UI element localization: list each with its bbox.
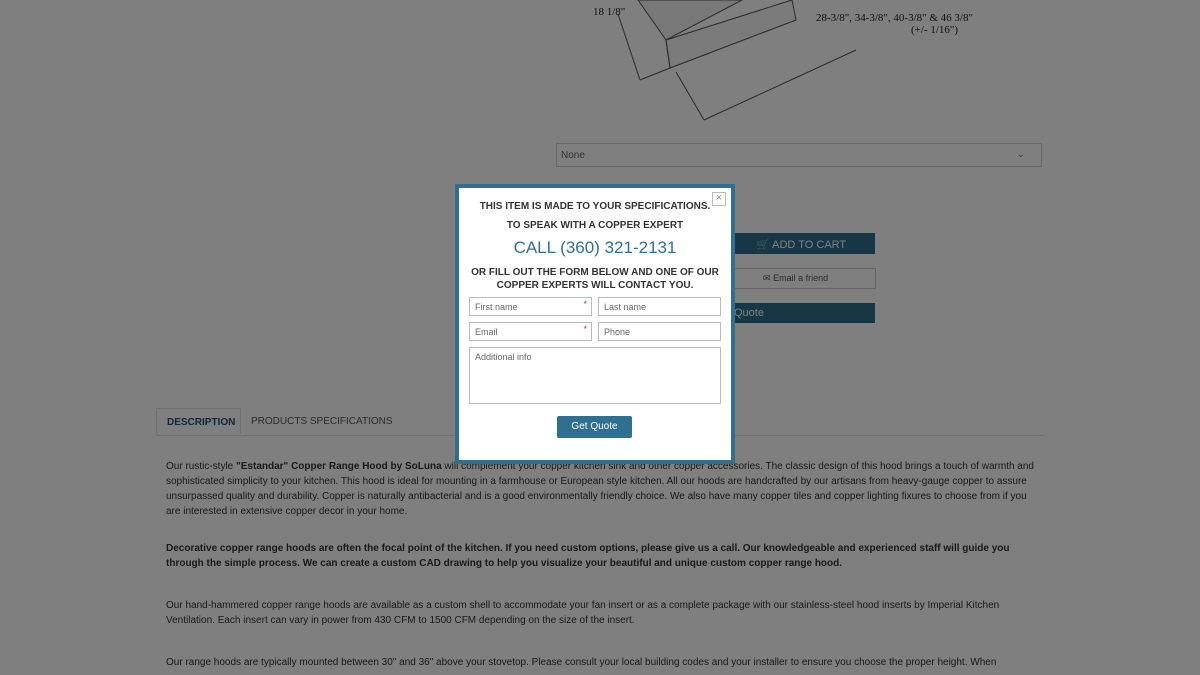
modal-heading-expert: TO SPEAK WITH A COPPER EXPERT <box>506 220 684 231</box>
quote-modal: × THIS ITEM IS MADE TO YOUR SPECIFICATIO… <box>455 184 735 464</box>
additional-info-textarea[interactable]: Additional info <box>469 347 721 404</box>
last-name-field[interactable]: Last name <box>598 297 721 316</box>
modal-heading-specifications: THIS ITEM IS MADE TO YOUR SPECIFICATIONS… <box>479 201 711 212</box>
modal-heading-form: OR FILL OUT THE FORM BELOW AND ONE OF OU… <box>471 267 719 291</box>
phone-field[interactable]: Phone <box>598 322 721 341</box>
additional-info-placeholder: Additional info <box>475 352 532 362</box>
phone-placeholder: Phone <box>604 327 631 337</box>
email-placeholder: Email <box>475 327 498 337</box>
required-marker: * <box>583 324 587 334</box>
last-name-placeholder: Last name <box>604 302 647 312</box>
modal-call-number[interactable]: CALL (360) 321-2131 <box>459 238 731 258</box>
first-name-placeholder: First name <box>475 302 518 312</box>
get-quote-button[interactable]: Get Quote <box>557 416 632 438</box>
required-marker: * <box>583 299 587 309</box>
first-name-field[interactable]: First name * <box>469 297 592 316</box>
email-field[interactable]: Email * <box>469 322 592 341</box>
